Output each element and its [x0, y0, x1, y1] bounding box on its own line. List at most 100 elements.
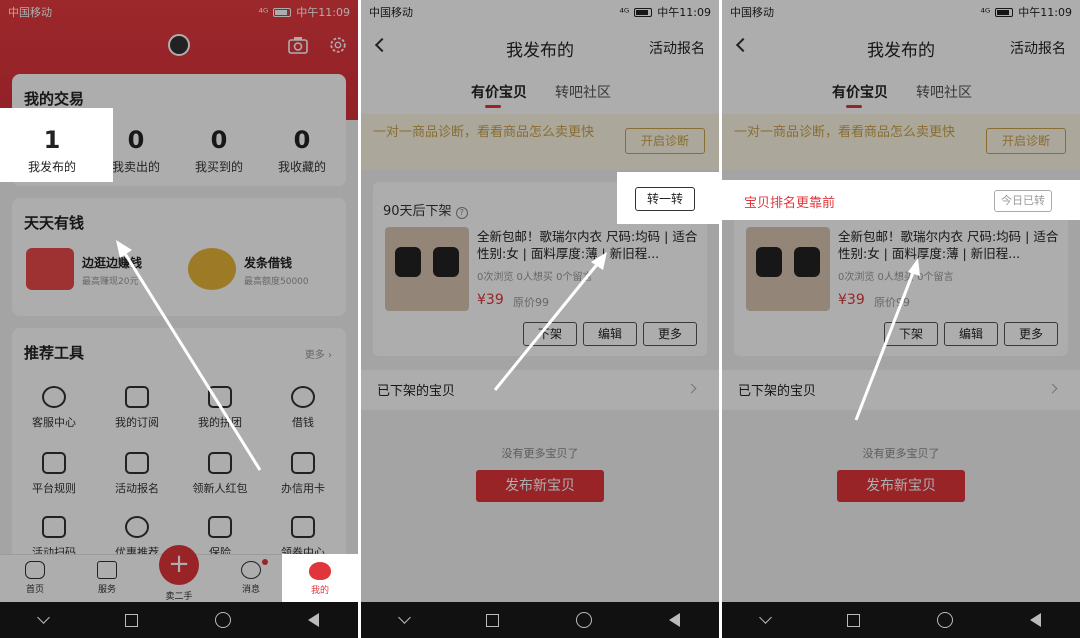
tools-more-link[interactable]: 更多 ›	[305, 346, 332, 361]
sell-button[interactable]: +	[159, 545, 199, 585]
tab-paid-items[interactable]: 有价宝贝	[832, 82, 888, 108]
carrier-label: 中国移动	[730, 6, 774, 19]
clock: 中午11:09	[657, 6, 711, 19]
thumb-shape	[756, 247, 782, 277]
tool-credit-card[interactable]: 办信用卡	[263, 452, 343, 496]
tool-label: 我的订阅	[115, 416, 159, 429]
home-nav-icon[interactable]	[937, 612, 954, 628]
tool-money-bag[interactable]: 借钱	[263, 386, 343, 430]
hide-nav-icon[interactable]	[397, 610, 411, 624]
home-nav-icon[interactable]	[215, 612, 232, 628]
start-diagnosis-button[interactable]: 开启诊断	[986, 128, 1066, 154]
tool-subscription[interactable]: 我的订阅	[97, 386, 177, 430]
unread-dot	[262, 559, 268, 565]
help-icon[interactable]: ?	[455, 207, 468, 219]
my-page-panel: 中国移动 ⁴ᴳ 中午11:09 我的交易 0 我卖出的 0 我买到的 0 我收藏的 天天…	[0, 0, 358, 638]
tab-community[interactable]: 转吧社区	[555, 82, 611, 102]
tool-label: 领新人红包	[192, 482, 248, 495]
promo-title: 边逛边赚钱	[82, 256, 143, 270]
rotate-button[interactable]: 转一转	[635, 187, 695, 211]
home-nav-icon[interactable]	[576, 612, 593, 628]
more-button[interactable]: 更多	[643, 322, 697, 346]
sell-label: 卖二手	[165, 592, 193, 602]
subscription-icon	[125, 386, 149, 408]
tool-group-buy[interactable]: 我的拼团	[180, 386, 260, 430]
tool-label: 我的拼团	[198, 416, 242, 429]
product-stats: 0次浏览 0人想买 0个留言	[477, 272, 593, 283]
tool-label: 客服中心	[32, 416, 76, 429]
service-icon	[97, 561, 117, 579]
product-thumbnail[interactable]	[746, 227, 830, 311]
clock: 中午11:09	[1018, 6, 1072, 19]
stat-label: 我发布的	[27, 160, 76, 174]
tab-label: 服务	[97, 585, 116, 595]
more-button[interactable]: 更多	[1004, 322, 1058, 346]
tool-rules[interactable]: 平台规则	[14, 452, 94, 496]
product-title[interactable]: 全新包邮！歌瑞尔内衣 尺码:均码 | 适合性别:女 | 面料厚度:薄 | 新旧程…	[838, 228, 1064, 262]
recents-icon[interactable]	[846, 613, 860, 627]
tool-label: 办信用卡	[281, 482, 325, 495]
customer-service-icon	[42, 386, 66, 408]
rank-boost-text: 宝贝排名更靠前	[744, 196, 836, 211]
activity-signup-link[interactable]: 活动报名	[649, 38, 705, 58]
back-nav-icon[interactable]	[1030, 613, 1042, 627]
camera-icon[interactable]	[288, 36, 308, 54]
start-diagnosis-button[interactable]: 开启诊断	[625, 128, 705, 154]
status-bar: 中国移动 ⁴ᴳ 中午11:09	[722, 0, 1080, 24]
hide-nav-icon[interactable]	[758, 610, 772, 624]
tab-mine[interactable]: 我的	[282, 554, 358, 602]
back-nav-icon[interactable]	[308, 613, 320, 627]
product-title[interactable]: 全新包邮！歌瑞尔内衣 尺码:均码 | 适合性别:女 | 面料厚度:薄 | 新旧程…	[477, 228, 703, 262]
edit-button[interactable]: 编辑	[583, 322, 637, 346]
favorites-stat[interactable]: 0 我收藏的	[262, 126, 342, 175]
thumb-shape	[794, 247, 820, 277]
coins-image	[188, 248, 236, 290]
thumb-shape	[395, 247, 421, 277]
signal-icon: ⁴ᴳ	[619, 5, 630, 19]
promo-earn[interactable]: 边逛边赚钱 最高赚现20元	[22, 242, 170, 302]
rotate-highlight: 转一转	[617, 172, 719, 224]
activity-signup-link[interactable]: 活动报名	[1010, 38, 1066, 58]
publish-new-button[interactable]: 发布新宝贝	[837, 470, 965, 502]
tool-label: 活动报名	[115, 482, 159, 495]
rank-boost-highlight: 宝贝排名更靠前 今日已转	[722, 180, 1080, 220]
published-highlight[interactable]: 1 我发布的	[0, 108, 113, 182]
recents-icon[interactable]	[124, 613, 138, 627]
tab-community[interactable]: 转吧社区	[916, 82, 972, 102]
title-bar: 我发布的 活动报名	[722, 24, 1080, 70]
tool-label: 借钱	[292, 416, 314, 429]
gear-icon[interactable]	[328, 36, 348, 54]
delist-button[interactable]: 下架	[523, 322, 577, 346]
status-bar: 中国移动 ⁴ᴳ 中午11:09	[0, 0, 358, 24]
delist-button[interactable]: 下架	[884, 322, 938, 346]
tool-megaphone[interactable]: 活动报名	[97, 452, 177, 496]
tools-title: 推荐工具	[24, 344, 85, 362]
promo-title: 发条借钱	[244, 256, 293, 270]
edit-button[interactable]: 编辑	[944, 322, 998, 346]
product-stats: 0次浏览 0人想买 0个留言	[838, 272, 954, 283]
tab-paid-items[interactable]: 有价宝贝	[471, 82, 527, 108]
tool-customer-service[interactable]: 客服中心	[14, 386, 94, 430]
recents-icon[interactable]	[485, 613, 499, 627]
offline-items-row[interactable]: 已下架的宝贝	[361, 370, 719, 410]
tab-service[interactable]: 服务	[72, 561, 142, 595]
signal-icon: ⁴ᴳ	[980, 5, 991, 19]
published-stat[interactable]: 1 我发布的	[12, 126, 92, 175]
bought-stat[interactable]: 0 我买到的	[179, 126, 259, 175]
transactions-title: 我的交易	[24, 90, 85, 108]
tab-home[interactable]: 首页	[0, 561, 70, 595]
tab-label: 消息	[241, 585, 260, 595]
hide-nav-icon[interactable]	[36, 610, 50, 624]
promo-loan[interactable]: 发条借钱 最高额度50000	[184, 242, 332, 302]
stat-number: 0	[210, 126, 228, 154]
publish-new-button[interactable]: 发布新宝贝	[476, 470, 604, 502]
offline-items-row[interactable]: 已下架的宝贝	[722, 370, 1080, 410]
product-thumbnail[interactable]	[385, 227, 469, 311]
tool-red-packet[interactable]: 领新人红包	[180, 452, 260, 496]
avatar[interactable]	[168, 34, 190, 56]
tab-messages[interactable]: 消息	[216, 561, 286, 595]
back-nav-icon[interactable]	[669, 613, 681, 627]
clock: 中午11:09	[296, 6, 350, 19]
money-title: 天天有钱	[24, 214, 85, 232]
credit-card-icon	[291, 452, 315, 474]
